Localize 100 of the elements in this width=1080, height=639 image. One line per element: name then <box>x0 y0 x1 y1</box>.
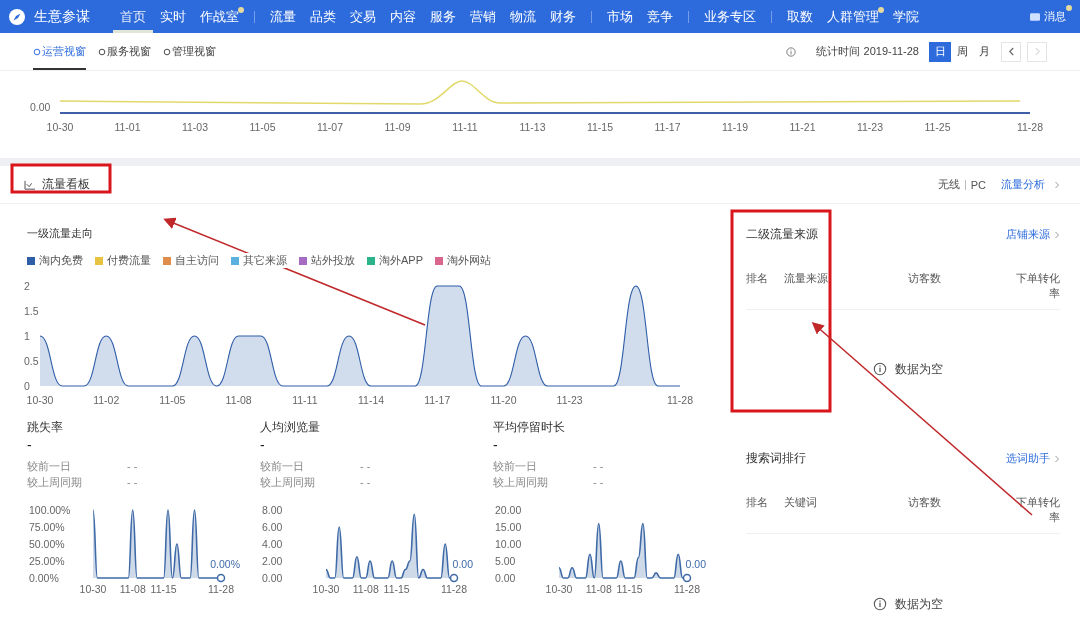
chart-icon <box>24 179 36 190</box>
info-icon <box>873 597 887 611</box>
nav-tab[interactable]: 竞争 <box>640 0 680 33</box>
column-header: 访客数 <box>908 495 942 510</box>
axis-label: 11-23 <box>556 394 583 406</box>
axis-label: 10.00 <box>495 538 522 550</box>
axis-label: 11-17 <box>654 121 681 133</box>
axis-label: 11-02 <box>93 394 120 406</box>
axis-label: 11-11 <box>452 121 478 133</box>
view-tab[interactable]: 运营视窗 <box>33 33 86 70</box>
nav-tab[interactable]: 流量 <box>263 0 303 33</box>
nav-tab[interactable]: 取数 <box>780 0 820 33</box>
axis-label: 11-15 <box>586 121 614 133</box>
nav-tab[interactable]: 业务专区 <box>697 0 763 33</box>
compare-value: - - <box>360 459 371 474</box>
info-icon <box>873 362 887 376</box>
previous-button[interactable] <box>1001 41 1021 62</box>
compare-value: - - <box>127 459 138 474</box>
axis-label: 11-23 <box>856 121 884 133</box>
axis-label: 11-11 <box>292 394 318 406</box>
column-header: 访客数 <box>908 271 942 286</box>
chevron-right-icon <box>1054 454 1060 463</box>
axis-label: 11-15 <box>616 583 643 595</box>
legend-label: 付费流量 <box>107 253 151 268</box>
info-icon <box>786 46 797 57</box>
axis-label: 1.5 <box>24 305 39 317</box>
metric-value: - <box>493 437 499 453</box>
nav-tab[interactable]: 首页 <box>113 0 153 33</box>
axis-label: 11-28 <box>673 583 701 595</box>
legend-label: 其它来源 <box>243 253 287 268</box>
legend-label: 淘外APP <box>379 253 423 268</box>
axis-label: 10-30 <box>545 583 573 595</box>
tab-icon <box>98 47 106 56</box>
compare-value: - - <box>593 475 604 490</box>
view-tab[interactable]: 服务视窗 <box>98 33 151 70</box>
compare-value: - - <box>127 475 138 490</box>
axis-label: 5.00 <box>495 555 516 567</box>
axis-label: 10-30 <box>79 583 107 595</box>
nav-tab[interactable]: 服务 <box>423 0 463 33</box>
metric-value: - <box>27 437 33 453</box>
column-header: 流量来源 <box>784 271 829 286</box>
value-label: 0.00% <box>210 558 240 570</box>
compare-label: 较上周同期 <box>27 475 83 490</box>
column-header: 下单转化率 <box>1015 271 1060 301</box>
nav-tab[interactable]: 营销 <box>463 0 503 33</box>
device-link[interactable]: 无线 <box>937 177 960 192</box>
value-label: 0.00 <box>452 558 473 570</box>
axis-label: 20.00 <box>495 504 522 516</box>
axis-label: 100.00% <box>29 504 71 516</box>
tab-icon <box>163 47 171 56</box>
panel-title: 搜索词排行 <box>746 450 806 467</box>
panel-link[interactable]: 选词助手 <box>1006 451 1050 466</box>
nav-tab[interactable]: 财务 <box>543 0 583 33</box>
nav-tab[interactable]: 内容 <box>383 0 423 33</box>
axis-label: 11-21 <box>789 121 816 133</box>
column-header: 排名 <box>746 271 769 286</box>
axis-label: 10-30 <box>46 121 74 133</box>
axis-label: 11-01 <box>114 121 141 133</box>
nav-tab[interactable]: 人群管理 <box>820 0 886 33</box>
axis-label: 0.5 <box>24 355 39 367</box>
end-point-marker <box>682 573 692 583</box>
nav-tab[interactable]: 作战室 <box>193 0 246 33</box>
nav-tab[interactable]: 交易 <box>343 0 383 33</box>
nav-tab[interactable]: 实时 <box>153 0 193 33</box>
traffic-analysis-link[interactable]: 流量分析 <box>1001 177 1045 192</box>
metric-title: 跳失率 <box>27 419 64 436</box>
view-tab[interactable]: 管理视窗 <box>163 33 216 70</box>
panel-link[interactable]: 店铺来源 <box>1006 227 1050 242</box>
brand-name: 生意参谋 <box>34 7 90 26</box>
compass-logo-icon <box>8 7 26 26</box>
column-header: 排名 <box>746 495 769 510</box>
axis-label: 11-03 <box>181 121 209 133</box>
empty-message: 数据为空 <box>895 595 943 613</box>
compare-value: - - <box>593 459 604 474</box>
envelope-icon <box>1030 12 1040 21</box>
axis-label: 11-08 <box>585 583 612 595</box>
axis-label: 11-28 <box>440 583 468 595</box>
messages-link[interactable]: 消息 <box>1030 9 1072 24</box>
legend-label: 淘外网站 <box>447 253 491 268</box>
nav-tab[interactable]: 学院 <box>886 0 926 33</box>
axis-label: 6.00 <box>262 521 283 533</box>
axis-label: 11-09 <box>384 121 411 133</box>
chevron-right-icon <box>1033 47 1041 56</box>
nav-tab[interactable]: 品类 <box>303 0 343 33</box>
compare-label: 较上周同期 <box>493 475 549 490</box>
nav-tab[interactable]: 市场 <box>600 0 640 33</box>
period-button[interactable]: 日 <box>929 41 951 62</box>
compare-label: 较前一日 <box>493 459 538 474</box>
nav-tab[interactable]: 物流 <box>503 0 543 33</box>
compare-label: 较上周同期 <box>260 475 316 490</box>
compare-label: 较前一日 <box>27 459 72 474</box>
axis-label: 11-28 <box>1016 121 1044 133</box>
metric-title: 平均停留时长 <box>493 419 566 436</box>
axis-label: 11-08 <box>225 394 252 406</box>
metric-title: 人均浏览量 <box>260 419 321 436</box>
legend-label: 自主访问 <box>175 253 219 268</box>
axis-label: 11-05 <box>249 121 276 133</box>
device-link[interactable]: PC <box>970 178 986 191</box>
axis-label: 10-30 <box>26 394 54 406</box>
axis-label: 11-08 <box>119 583 146 595</box>
